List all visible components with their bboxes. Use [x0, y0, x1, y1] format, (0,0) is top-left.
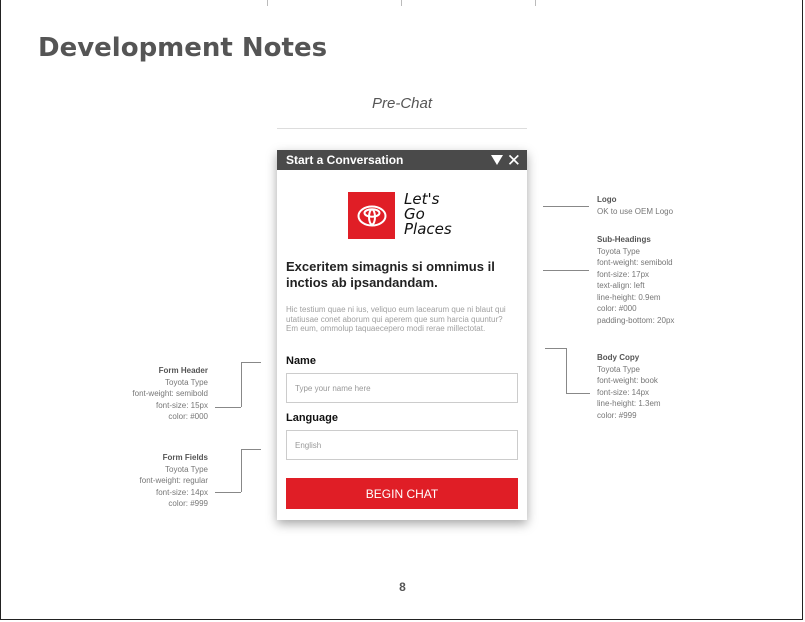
annotation-line: color: #000	[597, 304, 637, 313]
annotation-leader-line	[543, 270, 589, 271]
section-title: Pre-Chat	[371, 95, 433, 112]
annotation-title: Body Copy	[597, 353, 640, 362]
annotation-leader-line	[543, 206, 589, 207]
annotation-title: Sub-Headings	[597, 235, 651, 244]
annotation-line: OK to use OEM Logo	[597, 206, 674, 216]
annotation-leader-line	[215, 492, 241, 493]
annotation-line: line-height: 0.9em	[597, 292, 661, 302]
language-select[interactable]: English	[286, 430, 518, 460]
chat-header: Start a Conversation ✕	[277, 150, 527, 170]
annotation-leader-line	[566, 393, 590, 394]
annotation-line: font-size: 17px	[597, 269, 650, 279]
annotation-body-copy: Body Copy Toyota Type font-weight: book …	[597, 352, 661, 421]
top-tick-mark	[401, 0, 402, 6]
top-tick-mark	[535, 0, 536, 6]
chat-body-copy: Hic testium quae ni ius, veliquo eum lac…	[286, 305, 518, 334]
annotation-line: font-size: 15px	[155, 400, 208, 410]
close-icon[interactable]: ✕	[507, 152, 521, 169]
annotation-leader-line	[566, 348, 567, 393]
annotation-leader-line	[241, 362, 261, 363]
body-paragraph: Hic testium quae ni ius, veliquo eum lac…	[286, 305, 506, 324]
chat-widget: Start a Conversation ✕ Let's Go Places E…	[277, 150, 527, 520]
annotation-line: color: #999	[597, 410, 637, 420]
tagline-line: Places	[404, 220, 452, 238]
annotation-title: Logo	[597, 195, 617, 204]
annotation-title: Form Header	[158, 366, 208, 375]
annotation-form-header: Form Header Toyota Type font-weight: sem…	[112, 365, 208, 423]
annotation-line: font-size: 14px	[597, 387, 650, 397]
annotation-leader-line	[241, 449, 242, 492]
minimize-icon[interactable]	[490, 155, 503, 165]
tagline: Let's Go Places	[404, 192, 452, 237]
annotation-leader-line	[241, 362, 242, 407]
annotation-form-fields: Form Fields Toyota Type font-weight: reg…	[112, 452, 208, 510]
annotation-logo: Logo OK to use OEM Logo	[597, 194, 673, 217]
annotation-line: padding-bottom: 20px	[597, 315, 675, 325]
body-paragraph: Em eum, ommolup taquaecepero modi rerae …	[286, 324, 486, 333]
annotation-line: Toyota Type	[165, 464, 208, 474]
logo: Let's Go Places	[348, 192, 452, 239]
name-input[interactable]: Type your name here	[286, 373, 518, 403]
section-divider	[277, 128, 527, 129]
annotation-line: Toyota Type	[165, 377, 208, 387]
language-label: Language	[286, 412, 338, 424]
annotation-line: line-height: 1.3em	[597, 399, 661, 408]
annotation-leader-line	[215, 407, 241, 408]
annotation-title: Form Fields	[162, 453, 208, 462]
chat-subheading: Exceritem simagnis si omnimus il inctios…	[286, 259, 495, 290]
annotation-leader-line	[545, 348, 566, 349]
annotation-line: Toyota Type	[597, 364, 640, 374]
annotation-line: font-weight: semibold	[597, 258, 673, 267]
annotation-sub-headings: Sub-Headings Toyota Type font-weight: se…	[597, 234, 674, 326]
top-tick-mark	[267, 0, 268, 6]
annotation-line: color: #999	[168, 499, 208, 508]
annotation-line: text-align: left	[597, 281, 645, 290]
chat-header-title: Start a Conversation	[286, 153, 404, 167]
page-number: 8	[399, 580, 406, 594]
annotation-line: font-weight: regular	[139, 476, 208, 485]
page-title: Development Notes	[38, 33, 328, 63]
annotation-line: font-weight: semibold	[132, 389, 208, 398]
toyota-logo-icon	[348, 192, 395, 239]
begin-chat-button[interactable]: BEGIN CHAT	[286, 478, 518, 509]
annotation-line: font-weight: book	[597, 376, 658, 385]
annotation-line: color: #000	[168, 412, 208, 421]
annotation-line: font-size: 14px	[155, 487, 208, 497]
name-label: Name	[286, 355, 316, 367]
annotation-leader-line	[241, 449, 261, 450]
annotation-line: Toyota Type	[597, 246, 640, 256]
